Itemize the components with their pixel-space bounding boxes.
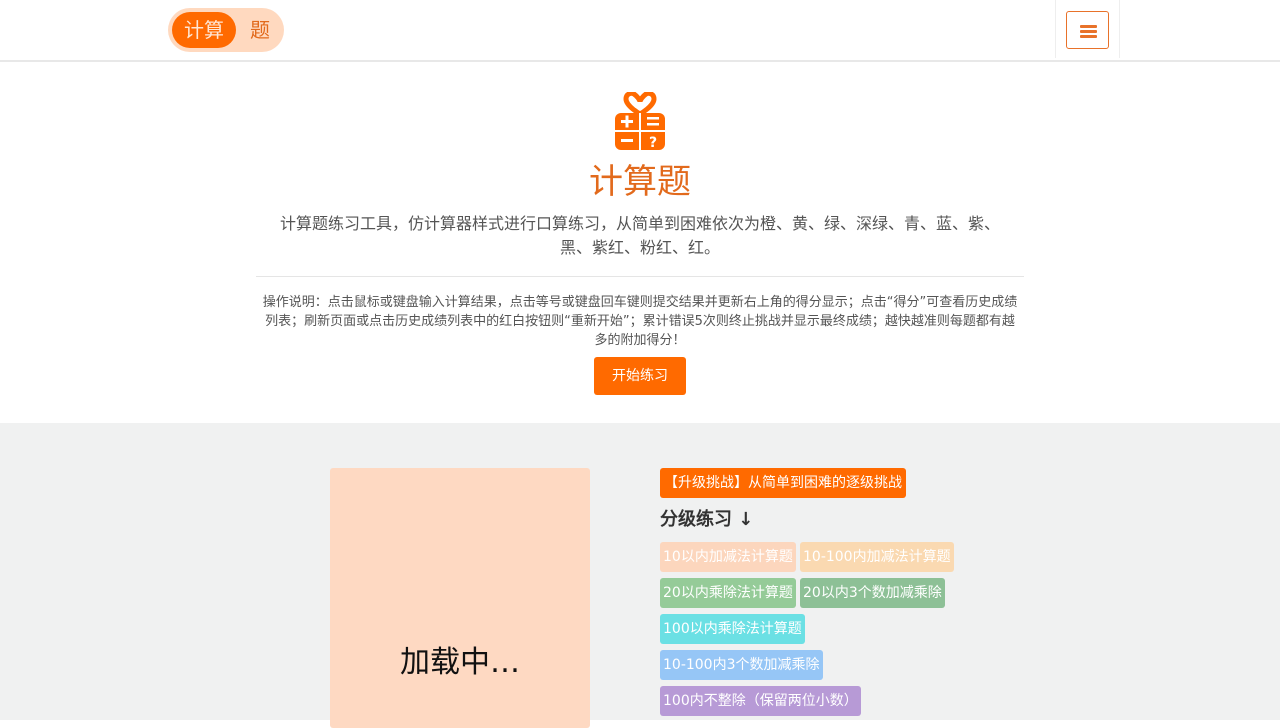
level-tag-add-sub-100[interactable]: 10-100内加减法计算题 <box>800 542 954 572</box>
level-tag-three-numbers-20[interactable]: 20以内3个数加减乘除 <box>800 578 945 608</box>
calculator-heart-icon: ? <box>615 92 665 151</box>
logo-text-right: 题 <box>250 18 270 42</box>
page-description: 计算题练习工具，仿计算器样式进行口算练习，从简单到困难依次为橙、黄、绿、深绿、青… <box>279 214 1000 257</box>
practice-section: 加载中… 【升级挑战】从简单到困难的逐级挑战 分级练习 ↓ 10以内加减法计算题… <box>0 423 1280 728</box>
menu-bar-icon <box>1080 35 1097 38</box>
level-tag-add-sub-10[interactable]: 10以内加减法计算题 <box>660 542 796 572</box>
level-challenge-button[interactable]: 【升级挑战】从简单到困难的逐级挑战 <box>660 468 906 498</box>
start-practice-button[interactable]: 开始练习 <box>594 357 686 395</box>
site-logo[interactable]: 计算 题 <box>168 8 284 52</box>
level-tag-mul-div-100[interactable]: 100以内乘除法计算题 <box>660 614 805 644</box>
level-practice-heading: 分级练习 ↓ <box>660 509 754 530</box>
page-title: 计算题 <box>589 162 691 202</box>
menu-bar-icon <box>1080 25 1097 28</box>
divider <box>256 276 1024 277</box>
level-tag-three-numbers-100[interactable]: 10-100内3个数加减乘除 <box>660 650 823 680</box>
loading-text: 加载中… <box>400 645 520 680</box>
menu-button[interactable] <box>1066 11 1109 49</box>
instructions-text: 操作说明：点击鼠标或键盘输入计算结果，点击等号或键盘回车键则提交结果并更新右上角… <box>262 295 1018 348</box>
logo-text-left: 计算 <box>172 12 236 48</box>
menu-container <box>1055 0 1120 58</box>
menu-bar-icon <box>1080 30 1097 33</box>
level-tag-decimal-division[interactable]: 100内不整除（保留两位小数） <box>660 686 861 716</box>
level-tag-mul-div-20[interactable]: 20以内乘除法计算题 <box>660 578 796 608</box>
svg-text:?: ? <box>649 135 657 151</box>
calculator-panel[interactable]: 加载中… <box>330 468 590 728</box>
top-header: 计算 题 <box>0 0 1280 62</box>
